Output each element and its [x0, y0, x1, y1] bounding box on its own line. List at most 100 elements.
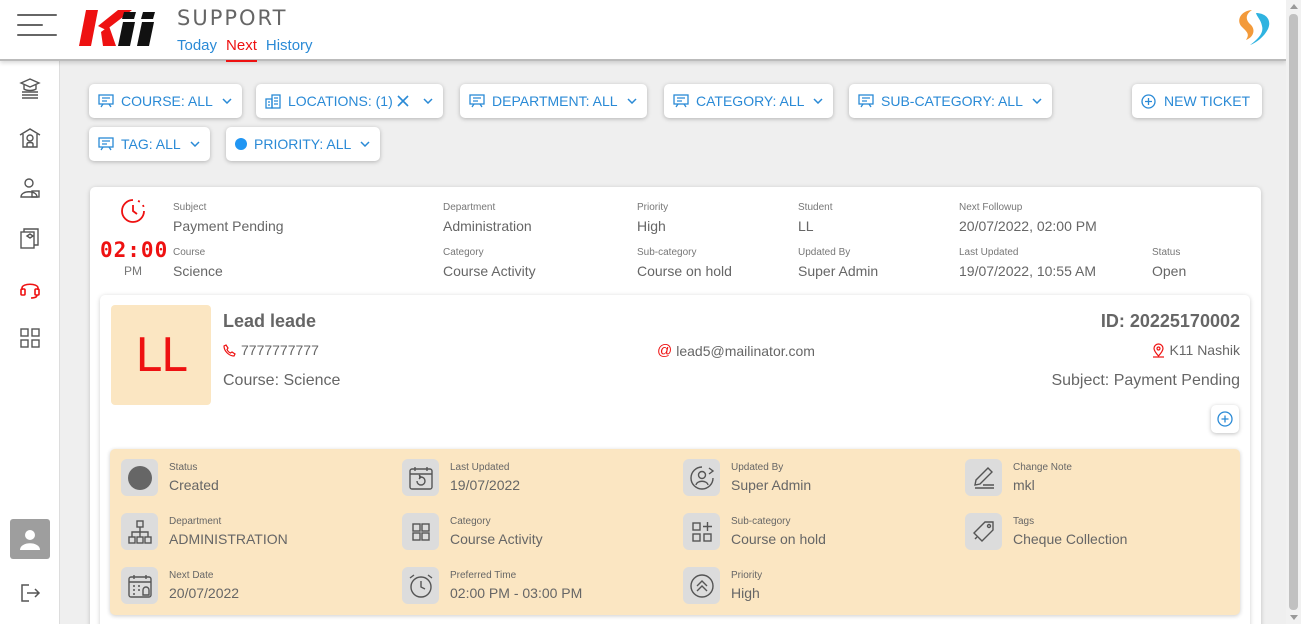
- presentation-icon: [673, 94, 689, 108]
- user-icon: [20, 530, 40, 550]
- detail-updated-by: Updated By Super Admin: [683, 459, 811, 496]
- ticket-updated-by: Updated By Super Admin: [798, 247, 879, 279]
- followup-clock-icon: [119, 197, 147, 230]
- sidebar: [0, 61, 60, 624]
- scroll-down-arrow-icon[interactable]: [1290, 615, 1298, 620]
- lead-card: LL Lead leade 7777777777 Course: Science…: [100, 295, 1250, 624]
- detail-next-date: Next Date 20/07/2022: [121, 567, 239, 604]
- page-title: SUPPORT: [177, 6, 288, 30]
- at-icon: @: [657, 342, 673, 359]
- ticket-sub-category: Sub-category Course on hold: [637, 247, 732, 279]
- headset-icon[interactable]: [17, 275, 43, 301]
- ticket-subject: Subject Payment Pending: [173, 202, 284, 234]
- detail-status: Status Created: [121, 459, 219, 496]
- filter-category-label: CATEGORY: ALL: [696, 93, 805, 109]
- plus-circle-icon: [1217, 411, 1233, 427]
- user-badge-icon[interactable]: [17, 175, 43, 201]
- detail-priority: Priority High: [683, 567, 762, 604]
- logout-icon[interactable]: [17, 580, 43, 606]
- filter-locations-label: LOCATIONS: (1): [288, 93, 393, 109]
- presentation-icon: [858, 94, 874, 108]
- lead-avatar: LL: [111, 305, 211, 405]
- user-refresh-icon: [683, 459, 720, 496]
- chevron-down-icon: [1032, 98, 1042, 104]
- new-ticket-label: NEW TICKET: [1164, 93, 1251, 109]
- detail-department: Department ADMINISTRATION: [121, 513, 288, 550]
- ticket-department: Department Administration: [443, 202, 532, 234]
- grid-plus-icon: [683, 513, 720, 550]
- lead-location: K11 Nashik: [1152, 342, 1240, 358]
- filter-department[interactable]: DEPARTMENT: ALL: [460, 84, 647, 118]
- school-icon[interactable]: [17, 125, 43, 151]
- presentation-icon: [469, 94, 485, 108]
- lead-email[interactable]: @ lead5@mailinator.com: [657, 342, 815, 359]
- lead-course: Course: Science: [223, 372, 341, 389]
- tab-next[interactable]: Next: [226, 37, 257, 62]
- presentation-icon: [98, 137, 114, 151]
- ticket-card[interactable]: 02:00 PM Subject Payment Pending Departme…: [90, 187, 1261, 624]
- status-dot-icon: [121, 459, 158, 496]
- grid-icon[interactable]: [17, 325, 43, 351]
- filter-locations[interactable]: LOCATIONS: (1): [256, 84, 443, 118]
- graduation-cap-stack-icon[interactable]: [17, 75, 43, 101]
- plus-circle-icon: [1141, 93, 1156, 109]
- brand-mark-icon: [1232, 7, 1274, 52]
- kii-logo: [76, 8, 164, 53]
- scroll-up-arrow-icon[interactable]: [1290, 4, 1298, 9]
- filter-sub-category[interactable]: SUB-CATEGORY: ALL: [849, 84, 1052, 118]
- ticket-status: Status Open: [1152, 247, 1187, 279]
- edit-note-icon: [965, 459, 1002, 496]
- ticket-student: Student LL: [798, 202, 833, 234]
- ticket-detail-panel: Status Created Last Updated 19/07/2022 Upd…: [110, 449, 1240, 615]
- location-pin-icon: [1152, 342, 1165, 358]
- followup-ampm: PM: [124, 264, 142, 278]
- lead-phone[interactable]: 7777777777: [223, 342, 319, 358]
- books-icon[interactable]: [17, 225, 43, 251]
- grid-icon: [402, 513, 439, 550]
- filter-course-label: COURSE: ALL: [121, 93, 213, 109]
- page-scrollbar[interactable]: [1286, 0, 1301, 624]
- chevron-down-icon: [813, 98, 823, 104]
- chevron-down-icon: [222, 98, 232, 104]
- detail-last-updated: Last Updated 19/07/2022: [402, 459, 520, 496]
- chevrons-up-icon: [683, 567, 720, 604]
- ticket-priority: Priority High: [637, 202, 669, 234]
- filter-sub-category-label: SUB-CATEGORY: ALL: [881, 93, 1023, 109]
- presentation-icon: [98, 94, 114, 108]
- detail-category: Category Course Activity: [402, 513, 543, 550]
- calendar-alarm-icon: [121, 567, 158, 604]
- filter-tag-label: TAG: ALL: [121, 136, 181, 152]
- alarm-clock-icon: [402, 567, 439, 604]
- lead-subject: Subject: Payment Pending: [1051, 372, 1240, 389]
- filter-course[interactable]: COURSE: ALL: [89, 84, 242, 118]
- add-activity-button[interactable]: [1211, 405, 1239, 433]
- hierarchy-icon: [121, 513, 158, 550]
- scrollbar-thumb[interactable]: [1289, 14, 1298, 610]
- filter-department-label: DEPARTMENT: ALL: [492, 93, 618, 109]
- new-ticket-button[interactable]: NEW TICKET: [1132, 84, 1262, 118]
- filter-priority[interactable]: PRIORITY: ALL: [226, 127, 381, 161]
- detail-change-note: Change Note mkl: [965, 459, 1072, 496]
- clear-x-icon[interactable]: [397, 95, 409, 107]
- top-bar: SUPPORT Today Next History: [0, 0, 1286, 62]
- user-avatar-button[interactable]: [10, 519, 50, 559]
- filter-category[interactable]: CATEGORY: ALL: [664, 84, 834, 118]
- tags-icon: [965, 513, 1002, 550]
- detail-sub-category: Sub-category Course on hold: [683, 513, 826, 550]
- filter-priority-label: PRIORITY: ALL: [254, 136, 352, 152]
- ticket-last-updated: Last Updated 19/07/2022, 10:55 AM: [959, 247, 1096, 279]
- tab-today[interactable]: Today: [177, 37, 217, 62]
- detail-tags: Tags Cheque Collection: [965, 513, 1127, 550]
- blue-dot-icon: [235, 138, 247, 150]
- lead-name: Lead leade: [223, 311, 317, 331]
- chevron-down-icon: [190, 141, 200, 147]
- filter-tag[interactable]: TAG: ALL: [89, 127, 210, 161]
- lead-id: ID: 20225170002: [1100, 311, 1240, 331]
- detail-preferred-time: Preferred Time 02:00 PM - 03:00 PM: [402, 567, 582, 604]
- chevron-down-icon: [360, 141, 370, 147]
- tab-history[interactable]: History: [266, 37, 313, 62]
- chevron-down-icon: [423, 98, 433, 104]
- hamburger-menu-icon[interactable]: [17, 14, 59, 38]
- buildings-icon: [265, 93, 281, 109]
- phone-icon: [223, 343, 236, 357]
